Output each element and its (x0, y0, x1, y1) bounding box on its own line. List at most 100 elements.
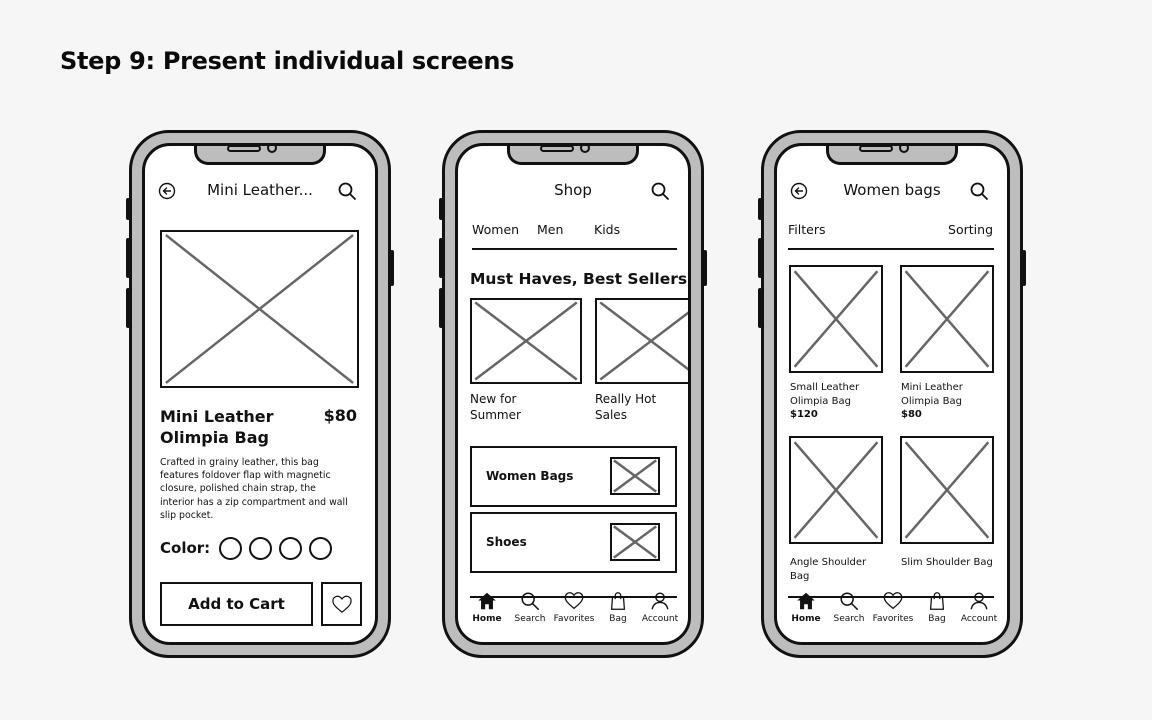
category-thumbnail (610, 457, 660, 495)
color-option[interactable] (249, 537, 272, 560)
side-button (758, 198, 762, 220)
side-button (703, 250, 707, 286)
step-title: Step 9: Present individual screens (60, 47, 515, 75)
product-card-text: Small Leather Olimpia Bag $120 (790, 382, 860, 420)
tabs-divider (472, 248, 677, 250)
side-button (126, 288, 130, 328)
nav-bag[interactable]: Bag (915, 590, 959, 624)
search-icon[interactable] (337, 181, 357, 201)
product-description: Crafted in grainy leather, this bag feat… (160, 457, 348, 521)
image-placeholder-icon (597, 300, 688, 382)
camera (267, 146, 277, 153)
search-icon[interactable] (650, 181, 670, 201)
side-button (439, 238, 443, 278)
nav-home[interactable]: Home (465, 590, 509, 624)
camera (580, 146, 590, 153)
phone-product-list: Women bags Filters Sorting Small Leather… (758, 130, 1026, 658)
side-button (1022, 250, 1026, 286)
carousel-image[interactable] (470, 298, 582, 384)
color-label: Color: (160, 539, 211, 557)
nav-account[interactable]: Account (957, 590, 1001, 624)
category-card-women-bags[interactable]: Women Bags (470, 446, 677, 507)
account-icon (970, 592, 988, 610)
section-title: Must Haves, Best Sellers (470, 270, 688, 288)
phone-product-detail: Mini Leather... Mini Leather Olimpia Bag… (126, 130, 394, 658)
notch (194, 146, 326, 165)
nav-search[interactable]: Search (508, 590, 552, 624)
color-option[interactable] (219, 537, 242, 560)
nav-favorites[interactable]: Favorites (552, 590, 596, 624)
product-image[interactable] (789, 265, 883, 373)
tab-women[interactable]: Women (472, 222, 519, 237)
carousel-label: New for Summer (470, 392, 521, 422)
nav-home[interactable]: Home (784, 590, 828, 624)
favorite-button[interactable] (321, 582, 362, 626)
notch (826, 146, 958, 165)
search-icon (521, 592, 539, 610)
product-image-placeholder (160, 230, 359, 388)
side-button (126, 198, 130, 220)
product-image[interactable] (900, 265, 994, 373)
nav-bag[interactable]: Bag (596, 590, 640, 624)
image-placeholder-icon (612, 525, 658, 559)
screen: Shop Women Men Kids Must Haves, Best Sel… (455, 143, 691, 645)
category-label: Shoes (486, 535, 527, 549)
product-card-text: Slim Shoulder Bag (901, 557, 993, 568)
image-placeholder-icon (162, 232, 357, 386)
side-button (126, 238, 130, 278)
shopping-bag-icon (610, 592, 626, 610)
search-icon (840, 592, 858, 610)
heart-icon (331, 595, 352, 613)
account-icon (651, 592, 669, 610)
nav-account[interactable]: Account (638, 590, 682, 624)
product-name: Mini Leather Olimpia Bag (160, 407, 274, 447)
sorting-button[interactable]: Sorting (948, 222, 993, 237)
image-placeholder-icon (472, 300, 580, 382)
category-label: Women Bags (486, 469, 574, 483)
side-button (758, 288, 762, 328)
notch (507, 146, 639, 165)
search-icon[interactable] (969, 181, 989, 201)
color-option[interactable] (309, 537, 332, 560)
tab-kids[interactable]: Kids (594, 222, 620, 237)
heart-icon (564, 592, 584, 610)
nav-search[interactable]: Search (827, 590, 871, 624)
phone-shop: Shop Women Men Kids Must Haves, Best Sel… (439, 130, 707, 658)
add-to-cart-button[interactable]: Add to Cart (160, 582, 313, 626)
shopping-bag-icon (929, 592, 945, 610)
category-card-shoes[interactable]: Shoes (470, 512, 677, 573)
header: Mini Leather... (145, 178, 375, 204)
home-icon (797, 592, 815, 610)
nav-favorites[interactable]: Favorites (871, 590, 915, 624)
image-placeholder-icon (791, 438, 881, 542)
product-card-text: Angle Shoulder Bag (790, 557, 867, 582)
filters-button[interactable]: Filters (788, 222, 825, 237)
product-image[interactable] (900, 436, 994, 544)
carousel-image[interactable] (595, 298, 688, 384)
home-icon (478, 592, 496, 610)
filters-divider (788, 248, 994, 250)
speaker (540, 146, 574, 152)
category-thumbnail (610, 523, 660, 561)
carousel-label: Really Hot Sales (595, 392, 657, 422)
color-option[interactable] (279, 537, 302, 560)
bottom-nav: Home Search Favorites Bag Account (777, 590, 1007, 634)
header: Shop (458, 178, 688, 204)
speaker (227, 146, 261, 152)
image-placeholder-icon (902, 438, 992, 542)
product-price: $80 (323, 406, 357, 425)
image-placeholder-icon (612, 459, 658, 493)
tab-men[interactable]: Men (537, 222, 563, 237)
speaker (859, 146, 893, 152)
side-button (390, 250, 394, 286)
image-placeholder-icon (791, 267, 881, 371)
side-button (758, 238, 762, 278)
header: Women bags (777, 178, 1007, 204)
product-image[interactable] (789, 436, 883, 544)
heart-icon (883, 592, 903, 610)
side-button (439, 198, 443, 220)
screen: Women bags Filters Sorting Small Leather… (774, 143, 1010, 645)
bottom-nav: Home Search Favorites Bag Account (458, 590, 688, 634)
side-button (439, 288, 443, 328)
screen: Mini Leather... Mini Leather Olimpia Bag… (142, 143, 378, 645)
